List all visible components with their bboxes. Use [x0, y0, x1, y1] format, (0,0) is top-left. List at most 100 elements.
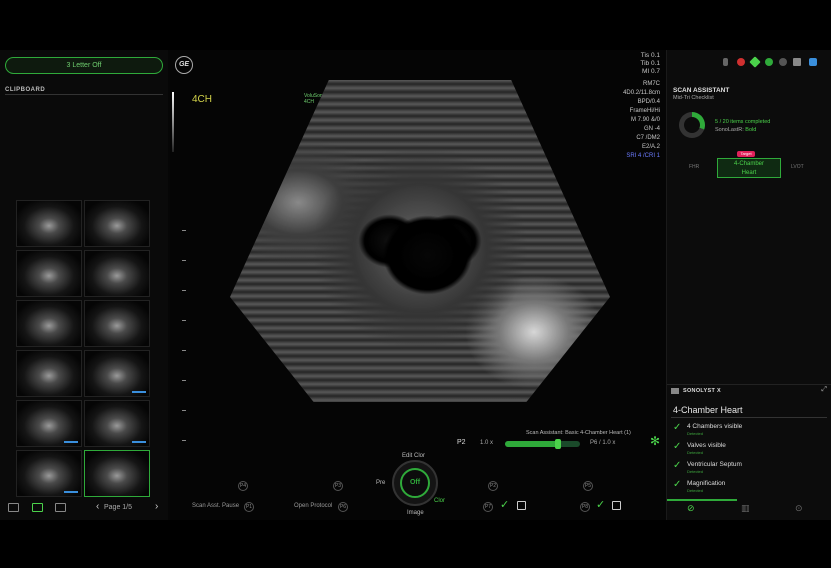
scan-assistant-subtitle: Mid-Tri Checklist [673, 95, 714, 101]
checklist-item[interactable]: ✓ 4 Chambers visible Detected [673, 422, 823, 440]
thumbnail[interactable] [16, 200, 82, 247]
checklist-status: Detected [687, 450, 704, 455]
document-icon[interactable] [793, 58, 801, 66]
knob-right-label: Clor [434, 498, 446, 504]
checklist-title: Magnification [687, 480, 726, 487]
save-icon[interactable] [612, 501, 621, 510]
checklist-status: Detected [687, 469, 704, 474]
clipboard-title: CLIPBOARD [5, 87, 46, 93]
thumbnail[interactable] [16, 400, 82, 447]
scan-assistant-header: Scan Assistant: Basic 4-Chamber Heart (1… [526, 430, 631, 436]
alert-icon[interactable] [737, 58, 745, 66]
thumbnail[interactable] [16, 450, 82, 497]
check-icon[interactable]: ✓ [596, 498, 605, 511]
slider-handle[interactable] [554, 439, 561, 449]
divider [671, 417, 827, 418]
softkey-p1[interactable]: P1 [244, 502, 254, 512]
softkey-p7[interactable]: P7 [483, 502, 493, 512]
expand-icon[interactable]: ⤢ [821, 386, 827, 394]
view-mode-label: 4CH [192, 94, 213, 105]
microphone-icon[interactable] [723, 58, 728, 66]
sonolab-value: Bold [745, 127, 757, 133]
checklist-item[interactable]: ✓ Valves visible Detected [673, 441, 823, 459]
thumbnail-selected[interactable] [84, 450, 150, 497]
system-status-icons [723, 56, 831, 70]
ultrasound-screen: 3 Letter Off CLIPBOARD ‹ Page 1/5 › GE 4… [0, 50, 831, 520]
check-icon[interactable]: ✓ [500, 498, 509, 511]
letter-toggle-button[interactable]: 3 Letter Off [5, 57, 163, 74]
thumbnail[interactable] [84, 300, 150, 347]
open-protocol-label: Open Protocol [294, 503, 333, 509]
next-page-icon[interactable]: › [155, 501, 158, 512]
page-indicator: Page 1/5 [104, 504, 133, 511]
depth-ruler [182, 230, 186, 441]
settings-circle-icon[interactable]: ⊙ [795, 503, 803, 514]
target-badge: Target [737, 151, 755, 157]
check-icon: ✓ [673, 479, 682, 490]
checklist-title: 4 Chambers visible [687, 423, 743, 430]
next-view-label[interactable]: LVOT [791, 164, 804, 170]
prev-view-label[interactable]: FHR [689, 164, 699, 170]
sonolab-label: SonoLastR: [715, 127, 744, 133]
image-viewport: GE 4CH VoluSon 4CH Tis 0.1 Tib 0.1 MI 0.… [170, 50, 666, 520]
progress-text: 5 / 20 items completed [715, 119, 771, 125]
thumbnail[interactable] [84, 200, 150, 247]
knob-center[interactable]: Off [400, 468, 430, 498]
softkey-p2[interactable]: P2 [488, 481, 498, 491]
active-tab-indicator [667, 499, 737, 501]
sonolyst-icon [671, 388, 679, 394]
softkey-p8[interactable]: P8 [580, 502, 590, 512]
softkey-p3[interactable]: P3 [333, 481, 343, 491]
gray-scale-bar [172, 92, 174, 152]
ai-status-icon[interactable] [765, 58, 773, 66]
zoom-slider[interactable] [505, 439, 580, 449]
target-line: 4-Chamber [733, 161, 764, 167]
scan-assistant-panel: SCAN ASSISTANT Mid-Tri Checklist 5 / 20 … [666, 50, 831, 520]
network-icon[interactable] [779, 58, 787, 66]
ultrasound-image[interactable] [210, 80, 630, 430]
no-entry-icon[interactable]: ⊘ [687, 503, 695, 514]
thumbnail[interactable] [84, 250, 150, 297]
prev-page-icon[interactable]: ‹ [96, 501, 99, 512]
thumbnail[interactable] [84, 400, 150, 447]
p2-value: 1.0 x [480, 440, 494, 446]
view-title: 4-Chamber Heart [673, 405, 743, 415]
main-knob[interactable]: Off [392, 460, 438, 506]
probe-icon[interactable] [749, 56, 761, 68]
wifi-icon[interactable] [809, 58, 817, 66]
checklist-title: Ventricular Septum [687, 461, 742, 468]
progress-ring [679, 112, 705, 138]
softkey-p6[interactable]: P6 [338, 502, 348, 512]
list-view-icon[interactable] [55, 503, 66, 512]
scan-assistant-title: SCAN ASSISTANT [673, 87, 730, 94]
sono-ai-icon[interactable]: ✻ [650, 434, 660, 448]
softkey-p5[interactable]: P5 [583, 481, 593, 491]
target-line: Heart [741, 170, 757, 176]
current-view-target[interactable]: 4-Chamber Heart [717, 158, 781, 178]
single-view-icon[interactable] [8, 503, 19, 512]
checklist-status: Detected [687, 488, 704, 493]
sonolyst-title: SONOLYST X [683, 388, 721, 394]
thumbnail[interactable] [84, 350, 150, 397]
ge-logo: GE [175, 56, 193, 74]
thumbnail[interactable] [16, 300, 82, 347]
save-icon[interactable] [517, 501, 526, 510]
check-icon: ✓ [673, 441, 682, 452]
tib-readout: Tib 0.1 [640, 60, 660, 67]
knob-top-label: Edit Clor [402, 453, 426, 459]
clipboard-footer: ‹ Page 1/5 › [0, 498, 168, 520]
checklist-item[interactable]: ✓ Magnification Detected [673, 479, 823, 497]
scan-asst-pause-label: Scan Asst. Pause [192, 503, 240, 509]
softkey-p4[interactable]: P4 [238, 481, 248, 491]
grid-view-icon[interactable] [32, 503, 43, 512]
check-icon: ✓ [673, 422, 682, 433]
checklist-item[interactable]: ✓ Ventricular Septum Detected [673, 460, 823, 478]
knob-left-label: Pre [376, 480, 386, 486]
p6-value: P6 / 1.0 x [590, 440, 616, 446]
tis-readout: Tis 0.1 [640, 52, 660, 59]
knob-bottom-label: Image [407, 510, 424, 516]
chart-icon[interactable]: ▥ [741, 503, 750, 514]
checklist-status: Detected [687, 431, 704, 436]
thumbnail[interactable] [16, 350, 82, 397]
thumbnail[interactable] [16, 250, 82, 297]
